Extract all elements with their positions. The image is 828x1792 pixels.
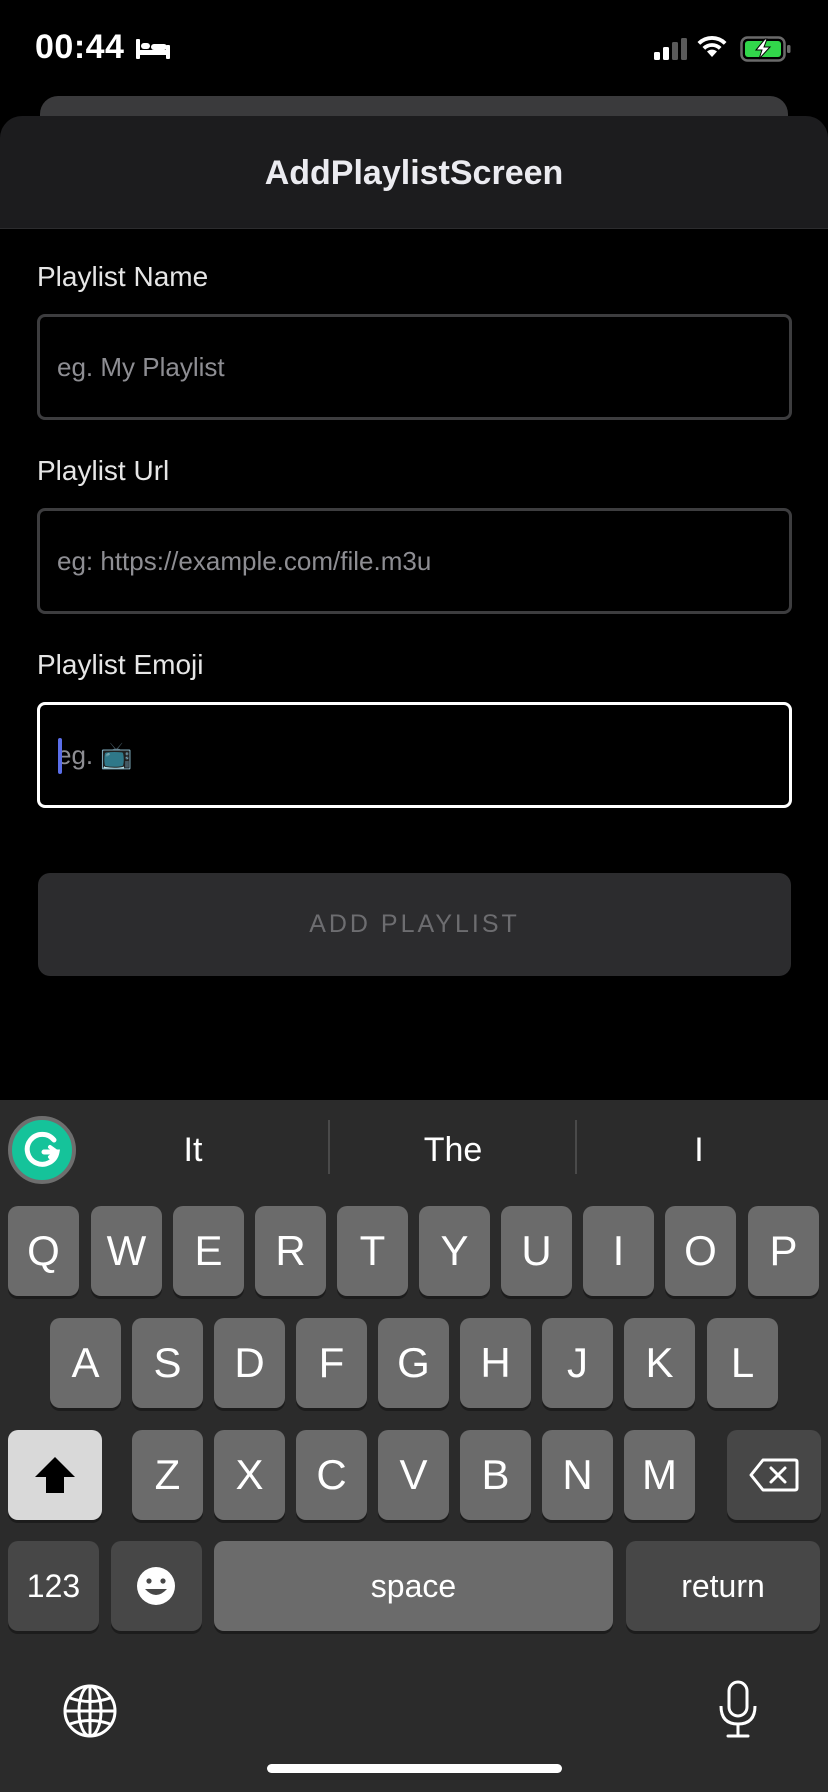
- emoji-icon: [137, 1567, 175, 1605]
- key-y[interactable]: Y: [419, 1206, 490, 1296]
- playlist-url-field[interactable]: [37, 508, 792, 614]
- key-e[interactable]: E: [173, 1206, 244, 1296]
- grammarly-icon[interactable]: [8, 1116, 76, 1184]
- key-w[interactable]: W: [91, 1206, 162, 1296]
- key-l[interactable]: L: [707, 1318, 778, 1408]
- shift-key[interactable]: [8, 1430, 102, 1520]
- numbers-key[interactable]: 123: [8, 1541, 99, 1631]
- key-v[interactable]: V: [378, 1430, 449, 1520]
- return-key[interactable]: return: [626, 1541, 820, 1631]
- add-playlist-button[interactable]: ADD PLAYLIST: [38, 873, 791, 976]
- backspace-key[interactable]: [727, 1430, 821, 1520]
- playlist-name-label: Playlist Name: [37, 261, 209, 292]
- key-p[interactable]: P: [748, 1206, 819, 1296]
- bed-icon: [136, 39, 170, 59]
- key-m[interactable]: M: [624, 1430, 695, 1520]
- playlist-url-label: Playlist Url: [37, 455, 170, 486]
- shift-icon: [35, 1457, 75, 1493]
- playlist-url-input[interactable]: [57, 511, 772, 611]
- key-q[interactable]: Q: [8, 1206, 79, 1296]
- key-f[interactable]: F: [296, 1318, 367, 1408]
- key-j[interactable]: J: [542, 1318, 613, 1408]
- home-indicator[interactable]: [267, 1764, 562, 1773]
- signal-icon: [654, 38, 687, 60]
- key-a[interactable]: A: [50, 1318, 121, 1408]
- key-u[interactable]: U: [501, 1206, 572, 1296]
- space-key[interactable]: space: [214, 1541, 613, 1631]
- key-k[interactable]: K: [624, 1318, 695, 1408]
- suggestion-separator: [575, 1120, 577, 1174]
- playlist-emoji-label: Playlist Emoji: [37, 649, 204, 680]
- key-i[interactable]: I: [583, 1206, 654, 1296]
- key-n[interactable]: N: [542, 1430, 613, 1520]
- key-g[interactable]: G: [378, 1318, 449, 1408]
- text-caret: [58, 738, 62, 774]
- sheet-header: AddPlaylistScreen: [0, 116, 828, 229]
- key-r[interactable]: R: [255, 1206, 326, 1296]
- key-o[interactable]: O: [665, 1206, 736, 1296]
- microphone-icon[interactable]: [718, 1680, 758, 1740]
- battery-charging-icon: [740, 36, 791, 62]
- key-z[interactable]: Z: [132, 1430, 203, 1520]
- suggestion-1[interactable]: It: [78, 1120, 308, 1180]
- key-s[interactable]: S: [132, 1318, 203, 1408]
- playlist-emoji-input[interactable]: [57, 705, 772, 805]
- wifi-icon: [697, 35, 727, 57]
- suggestion-2[interactable]: The: [338, 1120, 568, 1180]
- key-t[interactable]: T: [337, 1206, 408, 1296]
- suggestion-separator: [328, 1120, 330, 1174]
- suggestion-3[interactable]: I: [584, 1120, 814, 1180]
- add-playlist-sheet: AddPlaylistScreen Playlist Name Playlist…: [0, 116, 828, 1216]
- key-c[interactable]: C: [296, 1430, 367, 1520]
- status-bar: 00:44: [0, 0, 828, 100]
- playlist-emoji-field[interactable]: [37, 702, 792, 808]
- globe-icon[interactable]: [62, 1683, 118, 1739]
- screen-title: AddPlaylistScreen: [264, 154, 564, 192]
- status-time: 00:44: [35, 28, 125, 66]
- key-d[interactable]: D: [214, 1318, 285, 1408]
- playlist-name-input[interactable]: [57, 317, 772, 417]
- key-b[interactable]: B: [460, 1430, 531, 1520]
- playlist-name-field[interactable]: [37, 314, 792, 420]
- backspace-icon: [749, 1458, 799, 1492]
- key-h[interactable]: H: [460, 1318, 531, 1408]
- emoji-key[interactable]: [111, 1541, 202, 1631]
- key-x[interactable]: X: [214, 1430, 285, 1520]
